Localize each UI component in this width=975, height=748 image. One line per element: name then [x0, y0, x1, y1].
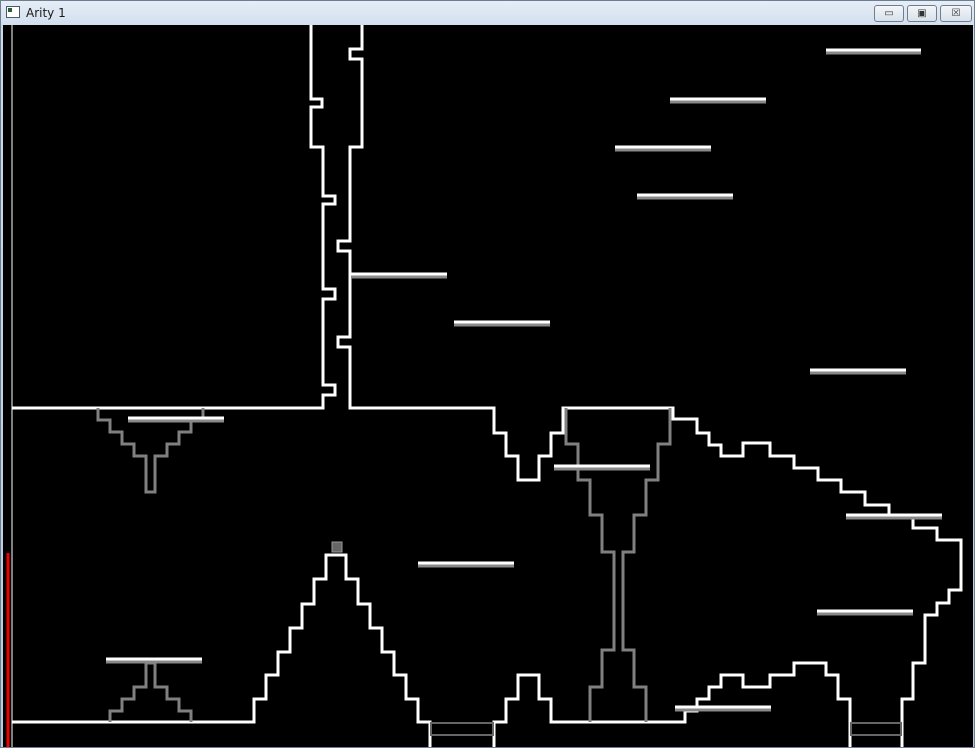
platform — [554, 464, 650, 471]
ghost-stand-left — [108, 661, 193, 722]
platform — [810, 368, 906, 375]
game-canvas[interactable] — [3, 25, 973, 747]
platform — [637, 193, 733, 200]
app-icon — [6, 6, 20, 18]
ghost-column-center-2 — [621, 408, 672, 722]
platforms — [106, 48, 942, 712]
platform — [454, 320, 550, 327]
title-bar[interactable]: Arity 1 ▭ ▣ ☒ — [1, 1, 974, 25]
platform — [826, 48, 921, 55]
platform — [418, 561, 514, 568]
wall-floor — [12, 553, 432, 747]
platform — [846, 513, 942, 520]
ghost-gate-bottom — [430, 722, 494, 736]
player-block — [331, 541, 343, 553]
platform — [128, 416, 224, 423]
platform — [106, 657, 202, 664]
ghost-gate-bottom-right — [850, 722, 902, 736]
platform — [817, 609, 913, 616]
wall-left-column — [12, 25, 337, 410]
platform — [670, 97, 766, 104]
window-title: Arity 1 — [26, 6, 66, 20]
wall-right-column — [336, 25, 963, 747]
platform — [615, 145, 711, 152]
ghost-column-center — [564, 408, 616, 722]
level-svg — [6, 25, 963, 747]
minimize-button[interactable]: ▭ — [874, 5, 904, 22]
game-window: Arity 1 ▭ ▣ ☒ — [0, 0, 975, 748]
wall-floor-mid — [492, 661, 852, 747]
platform — [675, 705, 771, 712]
platform — [351, 272, 447, 279]
close-button[interactable]: ☒ — [940, 5, 972, 22]
maximize-button[interactable]: ▣ — [907, 5, 937, 22]
